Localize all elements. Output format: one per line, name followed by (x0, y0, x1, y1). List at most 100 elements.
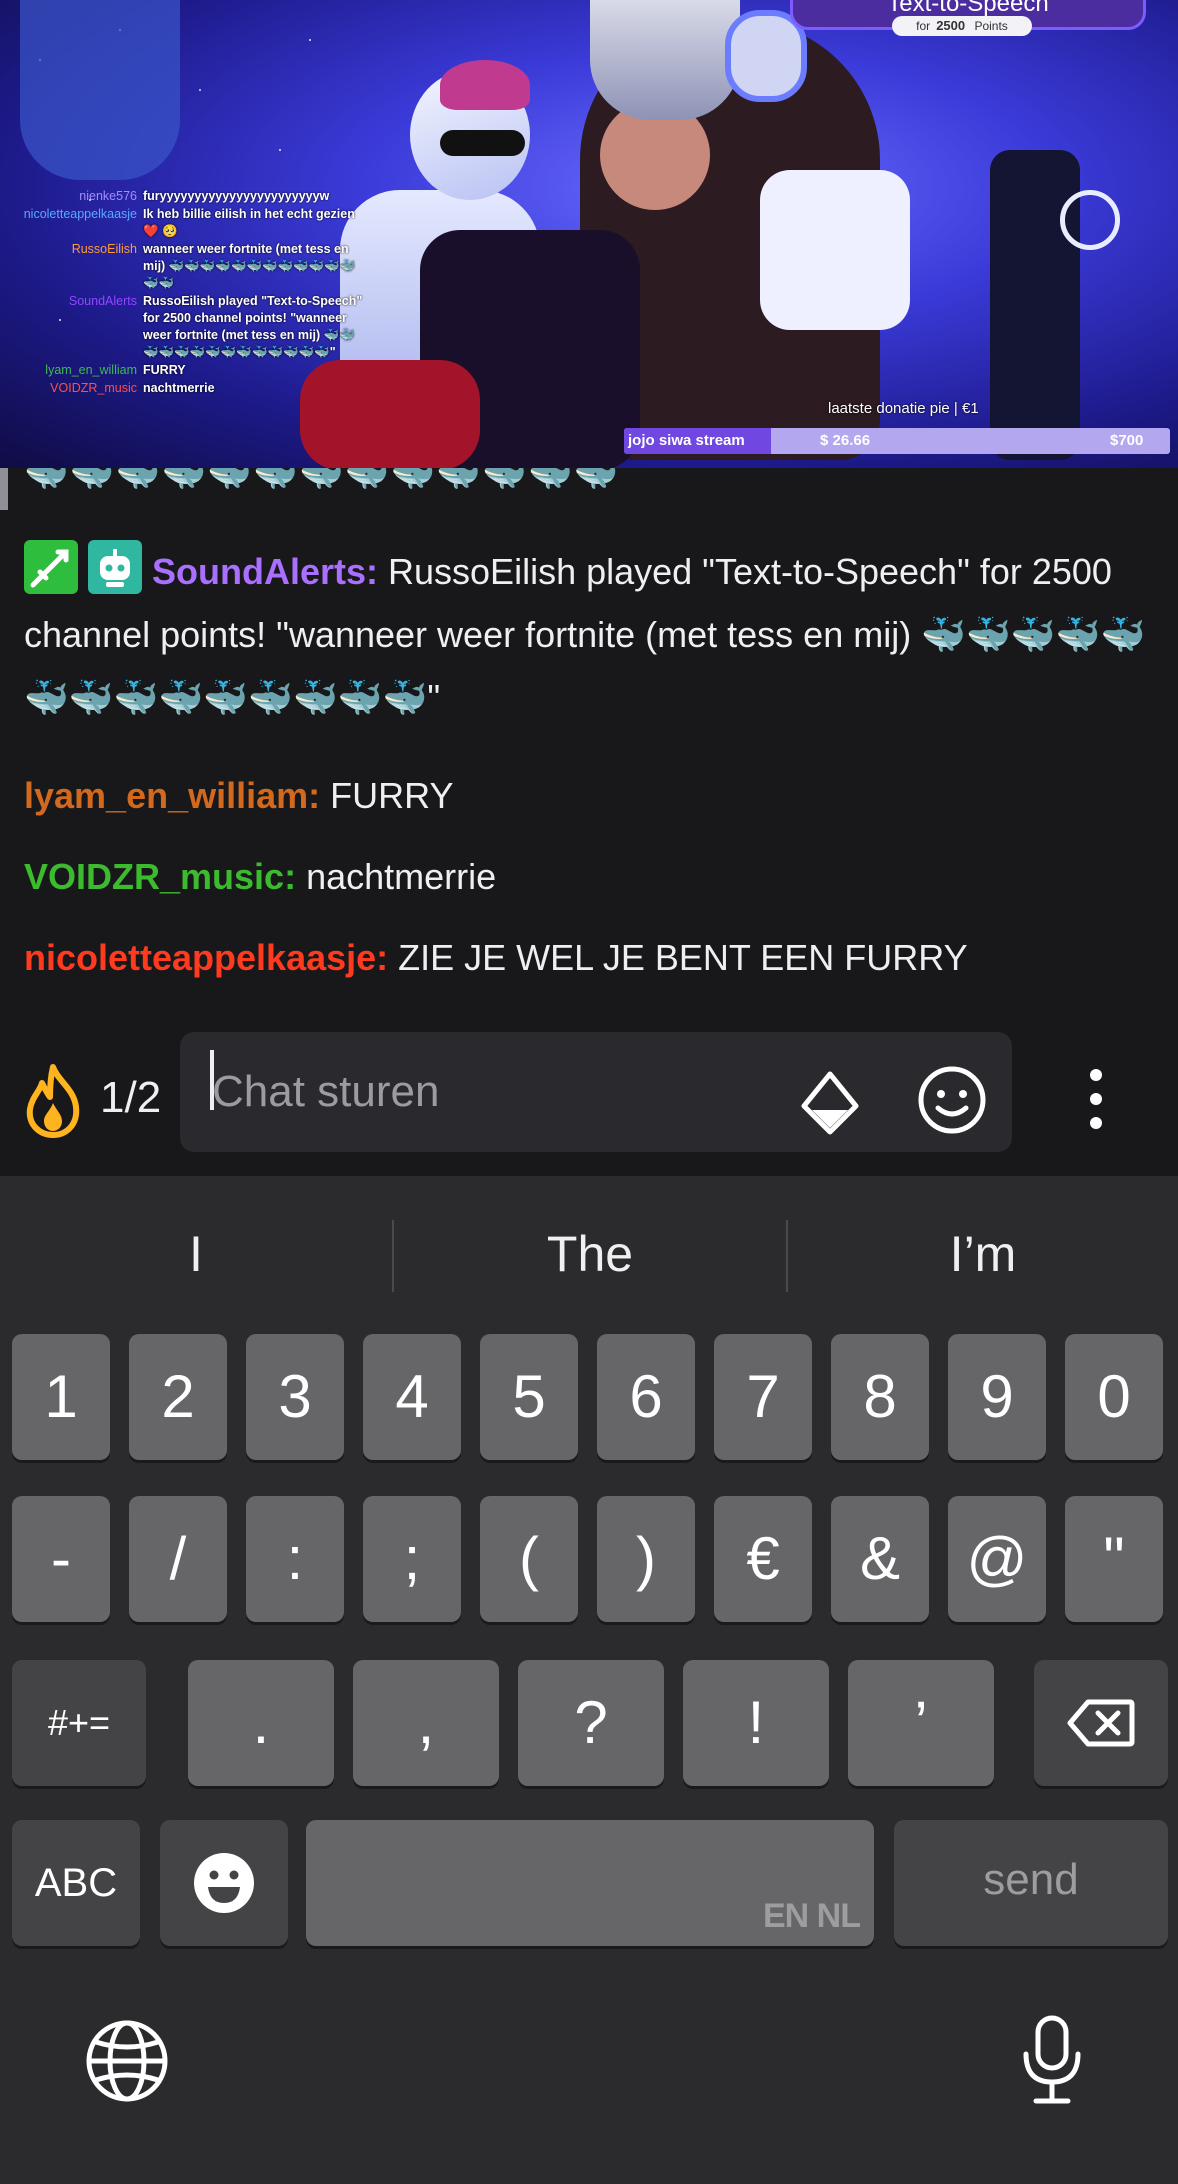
punctuation-key[interactable]: ’ (848, 1660, 994, 1786)
overlay-chat-line: RussoEilish wanneer weer fortnite (met te… (0, 241, 370, 292)
symbol-key[interactable]: ; (363, 1496, 461, 1622)
channel-points-icon[interactable] (800, 1070, 860, 1136)
send-key[interactable]: send (894, 1820, 1168, 1946)
stream-video[interactable]: Text-to-Speech for 2500 Points nienke576 f… (0, 0, 1178, 468)
symbol-key-label: ( (519, 1525, 539, 1592)
sword-icon (24, 540, 78, 594)
punctuation-key[interactable]: ! (683, 1660, 829, 1786)
onscreen-keyboard: I The I’m 1 2 3 4 5 6 7 8 9 0 - /:; () € & @ " #+= .,?!… (0, 1176, 1178, 2184)
backspace-key[interactable] (1034, 1660, 1168, 1786)
number-key[interactable]: 5 (480, 1334, 578, 1460)
tts-points-value: 2500 (936, 18, 966, 33)
send-label: send (983, 1855, 1079, 1904)
abc-label: ABC (34, 1861, 118, 1905)
space-language-label: EN NL (763, 1897, 861, 1935)
symbol-key[interactable]: : (246, 1496, 344, 1622)
mic-arm (990, 150, 1080, 460)
donation-goal-bar: jojo siwa stream $ 26.66 $700 (624, 428, 1170, 454)
suggestion-1[interactable]: I (0, 1216, 392, 1292)
number-key-label: 9 (980, 1363, 1014, 1430)
streamer-top (760, 170, 910, 330)
number-key-label: 1 (44, 1363, 78, 1430)
overlay-chat-user: lyam_en_william (45, 363, 137, 377)
latest-donation-label: laatste donatie pie | €1 (828, 400, 979, 417)
tts-points-label: Points (974, 19, 1008, 33)
mannequin-hair (440, 60, 530, 110)
chat-scrollbar[interactable] (0, 468, 8, 510)
overlay-chat-message: FURRY (143, 363, 186, 377)
overlay-chat-line: VOIDZR_music nachtmerrie (0, 380, 370, 397)
number-key-label: 3 (278, 1363, 312, 1430)
symbol-key[interactable]: & (831, 1496, 929, 1622)
chat-input-box[interactable] (180, 1032, 1012, 1152)
number-key[interactable]: 8 (831, 1334, 929, 1460)
message-counter: 1/2 (100, 1073, 162, 1122)
chat-input-row: 1/2 (0, 1008, 1178, 1178)
symbol-key[interactable]: - (12, 1496, 110, 1622)
symbol-key[interactable]: " (1065, 1496, 1163, 1622)
number-key-label: 8 (863, 1363, 897, 1430)
emoji-icon (194, 1853, 254, 1913)
number-key[interactable]: 9 (948, 1334, 1046, 1460)
symbol-key[interactable]: € (714, 1496, 812, 1622)
number-key[interactable]: 4 (363, 1334, 461, 1460)
overlay-chat-user: VOIDZR_music (50, 381, 137, 395)
fire-icon[interactable] (22, 1063, 84, 1139)
mannequin-glasses (440, 130, 525, 156)
emote-icon[interactable] (916, 1064, 988, 1136)
punctuation-key-label: . (252, 1689, 270, 1756)
suggestion-2[interactable]: The (394, 1216, 786, 1292)
number-key[interactable]: 3 (246, 1334, 344, 1460)
punctuation-key-label: ? (574, 1689, 608, 1756)
chat-username[interactable]: lyam_en_william: (24, 775, 320, 816)
chat-input[interactable] (210, 1066, 754, 1118)
chat-panel[interactable]: 🐳🐳🐳🐳🐳🐳🐳🐳🐳🐳🐳🐳🐳 SoundAlerts: RussoEilish p… (0, 468, 1178, 1008)
overlay-chat-user: SoundAlerts (68, 294, 137, 308)
punctuation-key[interactable]: ? (518, 1660, 664, 1786)
microphone-icon[interactable] (1020, 2014, 1084, 2106)
chat-message-text: ZIE JE WEL JE BENT EEN FURRY (388, 937, 968, 978)
symbols-mode-key[interactable]: #+= (12, 1660, 146, 1786)
punctuation-key[interactable]: , (353, 1660, 499, 1786)
goal-target: $700 (1110, 432, 1144, 449)
chat-message-continuation: 🐳🐳🐳🐳🐳🐳🐳🐳🐳🐳🐳🐳🐳 (24, 468, 620, 492)
chat-message-text: FURRY (320, 775, 454, 816)
symbol-key[interactable]: ( (480, 1496, 578, 1622)
suggestion-3[interactable]: I’m (788, 1216, 1178, 1292)
text-cursor (210, 1050, 214, 1110)
chat-message: lyam_en_william: FURRY (24, 764, 1154, 827)
number-key[interactable]: 7 (714, 1334, 812, 1460)
overlay-chat-line: lyam_en_william FURRY (0, 362, 370, 379)
chat-username[interactable]: SoundAlerts: (152, 551, 378, 592)
punctuation-key[interactable]: . (188, 1660, 334, 1786)
word-suggestions: I The I’m (0, 1216, 1178, 1292)
overlay-chat-user: nienke576 (79, 189, 137, 203)
robot-icon (88, 540, 142, 594)
symbol-key[interactable]: @ (948, 1496, 1046, 1622)
punctuation-key-label: ’ (914, 1689, 928, 1756)
number-key-label: 0 (1097, 1363, 1131, 1430)
goal-current: $ 26.66 (820, 432, 871, 449)
symbol-key[interactable]: ) (597, 1496, 695, 1622)
emoji-key[interactable] (160, 1820, 288, 1946)
symbol-key[interactable]: / (129, 1496, 227, 1622)
goal-name: jojo siwa stream (628, 432, 745, 449)
overlay-chat-message: Ik heb billie eilish in het echt gezien … (143, 207, 355, 238)
number-key[interactable]: 2 (129, 1334, 227, 1460)
number-key-label: 7 (746, 1363, 780, 1430)
number-key[interactable]: 0 (1065, 1334, 1163, 1460)
number-key[interactable]: 1 (12, 1334, 110, 1460)
chat-username[interactable]: nicoletteappelkaasje: (24, 937, 388, 978)
tts-for-label: for (916, 19, 931, 33)
overlay-chat-user: RussoEilish (71, 242, 137, 256)
number-key-label: 5 (512, 1363, 546, 1430)
more-options-icon[interactable] (1076, 1063, 1116, 1143)
overlay-chat-user: nicoletteappelkaasje (23, 207, 137, 221)
number-key[interactable]: 6 (597, 1334, 695, 1460)
chat-username[interactable]: VOIDZR_music: (24, 856, 296, 897)
number-key-label: 6 (629, 1363, 663, 1430)
number-key-label: 2 (161, 1363, 195, 1430)
space-key[interactable]: EN NL (306, 1820, 874, 1946)
globe-icon[interactable] (84, 2018, 170, 2104)
abc-key[interactable]: ABC (12, 1820, 140, 1946)
